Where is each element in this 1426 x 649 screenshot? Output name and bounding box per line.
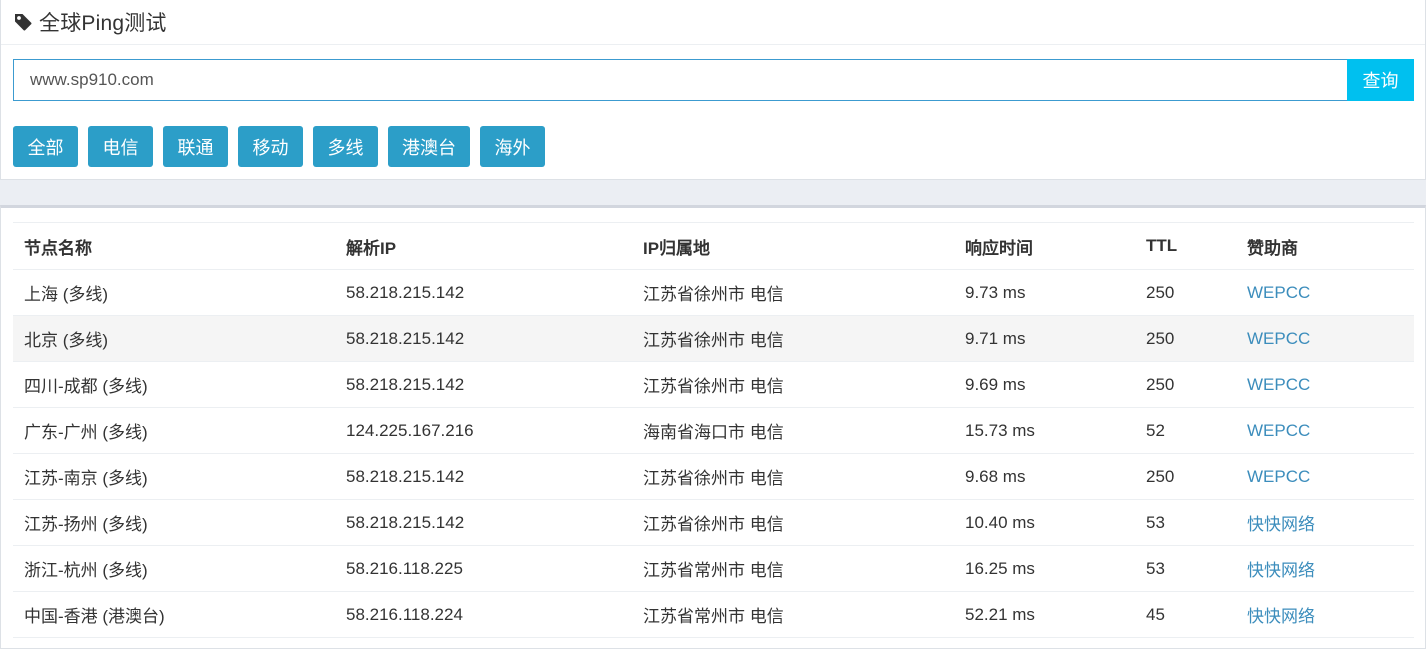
- sponsor-link[interactable]: WEPCC: [1247, 467, 1310, 486]
- ttl-cell: 53: [1135, 499, 1236, 546]
- domain-input[interactable]: [13, 59, 1347, 101]
- query-button[interactable]: 查询: [1347, 59, 1414, 101]
- filter-multiline-button[interactable]: 多线: [313, 126, 378, 167]
- node-name-cell: 中国-香港 (港澳台): [13, 591, 335, 638]
- response-time-cell: 9.69 ms: [954, 361, 1135, 408]
- ttl-cell: 250: [1135, 361, 1236, 408]
- ip-location-cell: 江苏省常州市 电信: [632, 545, 954, 592]
- response-time-cell: 10.40 ms: [954, 499, 1135, 546]
- filter-all-button[interactable]: 全部: [13, 126, 78, 167]
- column-header-sponsor: 赞助商: [1236, 222, 1414, 270]
- table-row: 浙江-杭州 (多线) 58.216.118.225 江苏省常州市 电信 16.2…: [13, 545, 1414, 592]
- ip-location-cell: 江苏省常州市 电信: [632, 591, 954, 638]
- table-row: 江苏-南京 (多线) 58.218.215.142 江苏省徐州市 电信 9.68…: [13, 453, 1414, 500]
- resolved-ip-cell: 124.225.167.216: [335, 407, 632, 454]
- table-row: 广东-广州 (多线) 124.225.167.216 海南省海口市 电信 15.…: [13, 407, 1414, 454]
- column-header-response-time: 响应时间: [954, 222, 1135, 270]
- sponsor-cell: WEPCC: [1236, 407, 1414, 454]
- sponsor-link[interactable]: 快快网络: [1247, 607, 1315, 626]
- tag-icon: [13, 12, 33, 32]
- ttl-cell: 250: [1135, 269, 1236, 316]
- ttl-cell: 250: [1135, 453, 1236, 500]
- response-time-cell: 52.21 ms: [954, 591, 1135, 638]
- sponsor-cell: WEPCC: [1236, 269, 1414, 316]
- sponsor-link[interactable]: WEPCC: [1247, 421, 1310, 440]
- sponsor-cell: WEPCC: [1236, 453, 1414, 500]
- sponsor-cell: 快快网络: [1236, 591, 1414, 638]
- node-name-cell: 广东-广州 (多线): [13, 407, 335, 454]
- results-panel: 节点名称 解析IP IP归属地 响应时间 TTL 赞助商 上海 (多线) 58.…: [0, 205, 1426, 649]
- ping-form-panel: 全球Ping测试 查询 全部 电信 联通 移动 多线 港澳台 海外: [0, 0, 1426, 180]
- response-time-cell: 9.73 ms: [954, 269, 1135, 316]
- ip-location-cell: 江苏省徐州市 电信: [632, 361, 954, 408]
- node-name-cell: 江苏-南京 (多线): [13, 453, 335, 500]
- resolved-ip-cell: 58.218.215.142: [335, 499, 632, 546]
- resolved-ip-cell: 58.216.118.224: [335, 591, 632, 638]
- table-row: 江苏-扬州 (多线) 58.218.215.142 江苏省徐州市 电信 10.4…: [13, 499, 1414, 546]
- column-header-location: IP归属地: [632, 222, 954, 270]
- column-header-node: 节点名称: [13, 222, 335, 270]
- column-header-ip: 解析IP: [335, 222, 632, 270]
- node-name-cell: 上海 (多线): [13, 269, 335, 316]
- filter-mobile-button[interactable]: 移动: [238, 126, 303, 167]
- ip-location-cell: 海南省海口市 电信: [632, 407, 954, 454]
- filter-overseas-button[interactable]: 海外: [480, 126, 545, 167]
- table-row: 北京 (多线) 58.218.215.142 江苏省徐州市 电信 9.71 ms…: [13, 315, 1414, 362]
- ttl-cell: 250: [1135, 315, 1236, 362]
- sponsor-cell: 快快网络: [1236, 545, 1414, 592]
- filter-unicom-button[interactable]: 联通: [163, 126, 228, 167]
- column-header-ttl: TTL: [1135, 222, 1236, 270]
- filter-hk-macau-taiwan-button[interactable]: 港澳台: [388, 126, 470, 167]
- ip-location-cell: 江苏省徐州市 电信: [632, 453, 954, 500]
- sponsor-link[interactable]: WEPCC: [1247, 329, 1310, 348]
- resolved-ip-cell: 58.218.215.142: [335, 453, 632, 500]
- filter-telecom-button[interactable]: 电信: [88, 126, 153, 167]
- response-time-cell: 9.71 ms: [954, 315, 1135, 362]
- resolved-ip-cell: 58.218.215.142: [335, 315, 632, 362]
- sponsor-cell: WEPCC: [1236, 315, 1414, 362]
- resolved-ip-cell: 58.216.118.225: [335, 545, 632, 592]
- node-name-cell: 江苏-扬州 (多线): [13, 499, 335, 546]
- sponsor-link[interactable]: WEPCC: [1247, 375, 1310, 394]
- ttl-cell: 53: [1135, 545, 1236, 592]
- node-name-cell: 北京 (多线): [13, 315, 335, 362]
- node-name-cell: 浙江-杭州 (多线): [13, 545, 335, 592]
- sponsor-link[interactable]: 快快网络: [1247, 515, 1315, 534]
- resolved-ip-cell: 58.218.215.142: [335, 269, 632, 316]
- table-row: 中国-香港 (港澳台) 58.216.118.224 江苏省常州市 电信 52.…: [13, 591, 1414, 638]
- panel-header: 全球Ping测试: [1, 0, 1425, 45]
- ttl-cell: 45: [1135, 591, 1236, 638]
- response-time-cell: 15.73 ms: [954, 407, 1135, 454]
- page-title: 全球Ping测试: [39, 12, 167, 35]
- ip-location-cell: 江苏省徐州市 电信: [632, 269, 954, 316]
- sponsor-cell: WEPCC: [1236, 361, 1414, 408]
- sponsor-link[interactable]: WEPCC: [1247, 283, 1310, 302]
- response-time-cell: 16.25 ms: [954, 545, 1135, 592]
- ttl-cell: 52: [1135, 407, 1236, 454]
- search-row: 查询: [13, 59, 1414, 101]
- table-header-row: 节点名称 解析IP IP归属地 响应时间 TTL 赞助商: [13, 222, 1414, 270]
- sponsor-cell: 快快网络: [1236, 499, 1414, 546]
- ip-location-cell: 江苏省徐州市 电信: [632, 499, 954, 546]
- table-row: 上海 (多线) 58.218.215.142 江苏省徐州市 电信 9.73 ms…: [13, 269, 1414, 316]
- resolved-ip-cell: 58.218.215.142: [335, 361, 632, 408]
- table-row: 四川-成都 (多线) 58.218.215.142 江苏省徐州市 电信 9.69…: [13, 361, 1414, 408]
- sponsor-link[interactable]: 快快网络: [1247, 561, 1315, 580]
- node-name-cell: 四川-成都 (多线): [13, 361, 335, 408]
- filter-button-group: 全部 电信 联通 移动 多线 港澳台 海外: [13, 126, 545, 167]
- ip-location-cell: 江苏省徐州市 电信: [632, 315, 954, 362]
- results-table: 节点名称 解析IP IP归属地 响应时间 TTL 赞助商 上海 (多线) 58.…: [13, 222, 1414, 638]
- response-time-cell: 9.68 ms: [954, 453, 1135, 500]
